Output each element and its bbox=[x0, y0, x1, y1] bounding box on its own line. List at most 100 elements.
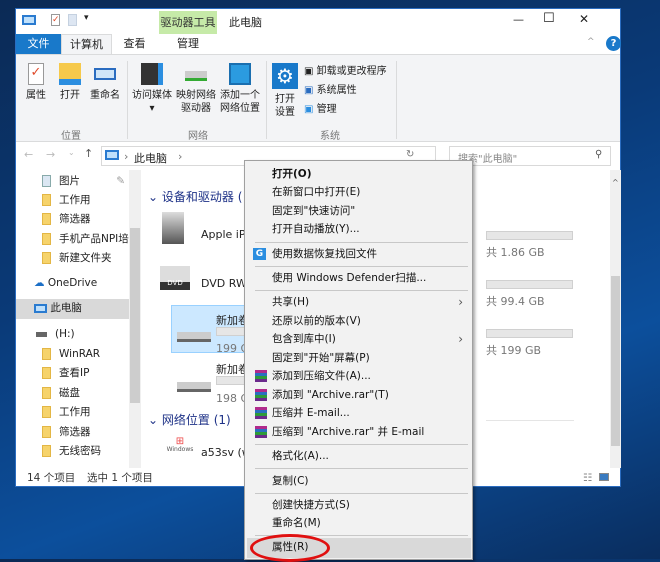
open-settings-button[interactable]: ⚙ 打开 设置 bbox=[271, 63, 299, 119]
nav-item-folder[interactable]: 工作用 bbox=[16, 403, 129, 422]
tab-view[interactable]: 查看 bbox=[112, 34, 157, 54]
menu-item-open[interactable]: 打开(O) bbox=[247, 165, 471, 183]
context-menu: 打开(O) 在新窗口中打开(E) 固定到"快速访问" 打开自动播放(Y)... … bbox=[244, 160, 473, 562]
nav-item-pictures[interactable]: 图片 ✎ bbox=[16, 172, 129, 191]
content-scrollbar-thumb[interactable] bbox=[611, 276, 620, 446]
label: 图片 bbox=[59, 175, 80, 187]
customize-toolbar-icon[interactable]: ▾ bbox=[84, 13, 89, 23]
group-location: 位置 bbox=[61, 131, 81, 142]
scroll-up-icon[interactable]: ^ bbox=[612, 178, 619, 187]
details-view-icon[interactable]: ☷ bbox=[583, 468, 592, 488]
nav-item-drive-h[interactable]: (H:) bbox=[16, 325, 129, 344]
folder-icon bbox=[42, 194, 51, 206]
label: 筛选器 bbox=[59, 213, 91, 225]
collapse-ribbon-icon[interactable]: ^ bbox=[587, 37, 595, 47]
selected-count: 选中 1 个项目 bbox=[87, 472, 153, 484]
label: 重命名 bbox=[90, 90, 120, 101]
nav-item-folder[interactable]: 查看IP bbox=[16, 364, 129, 383]
properties-quick-icon[interactable]: ✓ bbox=[51, 14, 60, 26]
rename-button[interactable]: 重命名 bbox=[88, 63, 122, 102]
label: 访问媒体 bbox=[132, 90, 172, 101]
up-button[interactable]: ↑ bbox=[84, 147, 93, 160]
folder-icon bbox=[42, 367, 51, 379]
forward-button[interactable]: → bbox=[46, 148, 55, 161]
help-icon[interactable]: ? bbox=[606, 36, 621, 51]
maximize-button[interactable]: ☐ bbox=[543, 11, 555, 26]
nav-item-onedrive[interactable]: ☁ OneDrive bbox=[16, 274, 129, 293]
menu-item-format[interactable]: 格式化(A)... bbox=[247, 447, 471, 465]
menu-item-compress-email[interactable]: 压缩并 E-mail... bbox=[247, 404, 471, 422]
winrar-icon bbox=[255, 370, 267, 382]
menu-item-rename[interactable]: 重命名(M) bbox=[247, 514, 471, 532]
manage-button[interactable]: ▣ 管理 bbox=[304, 103, 337, 116]
search-input[interactable]: 搜索"此电脑" bbox=[449, 146, 611, 166]
nav-item-folder[interactable]: 无线密码 bbox=[16, 442, 129, 461]
minimize-button[interactable]: — bbox=[513, 13, 524, 26]
drive-name[interactable]: DVD RW bbox=[201, 277, 247, 290]
content-scrollbar[interactable]: ^ bbox=[610, 170, 621, 468]
windows-media-player-logo: ⊞ Windows bbox=[166, 436, 194, 454]
menu-item-add-to-archive-rar[interactable]: 添加到 "Archive.rar"(T) bbox=[247, 386, 471, 404]
nav-item-folder[interactable]: 手机产品NPI培训 bbox=[16, 230, 129, 249]
back-button[interactable]: ← bbox=[24, 148, 33, 161]
recent-locations-button[interactable]: ⌄ bbox=[68, 148, 75, 157]
nav-item-folder[interactable]: 工作用 bbox=[16, 191, 129, 210]
tab-file[interactable]: 文件 bbox=[16, 34, 61, 54]
menu-item-data-recovery[interactable]: G 使用数据恢复找回文件 bbox=[247, 245, 471, 263]
ribbon: ✓ 属性 打开 重命名 位置 访问媒体 ▾ 映射网络 驱动器 添加一个 网络位置 网… bbox=[16, 54, 620, 142]
drive-usage-bar bbox=[486, 329, 573, 338]
nav-scrollbar[interactable] bbox=[129, 170, 141, 468]
add-network-location-button[interactable]: 添加一个 网络位置 bbox=[218, 63, 262, 115]
menu-item-include-in-library[interactable]: 包含到库中(I) › bbox=[247, 330, 471, 348]
label: 压缩并 E-mail... bbox=[272, 407, 350, 419]
drive-usage-bar bbox=[486, 280, 573, 289]
devices-header[interactable]: ⌄ 设备和驱动器 ( bbox=[148, 188, 242, 205]
label: 卸载或更改程序 bbox=[316, 66, 387, 77]
nav-item-folder[interactable]: 筛选器 bbox=[16, 423, 129, 442]
network-locations-header[interactable]: ⌄ 网络位置 (1) bbox=[148, 411, 231, 428]
system-properties-button[interactable]: ▣ 系统属性 bbox=[304, 84, 357, 97]
menu-item-restore-versions[interactable]: 还原以前的版本(V) bbox=[247, 312, 471, 330]
properties-button[interactable]: ✓ 属性 bbox=[22, 63, 50, 102]
manage-icon: ▣ bbox=[304, 104, 314, 115]
refresh-button[interactable]: ↻ bbox=[406, 149, 414, 160]
menu-item-autoplay[interactable]: 打开自动播放(Y)... bbox=[247, 220, 471, 238]
phone-device-icon bbox=[162, 212, 184, 244]
label: 使用数据恢复找回文件 bbox=[272, 248, 377, 260]
submenu-arrow-icon: › bbox=[458, 332, 463, 346]
label: 此电脑 bbox=[50, 302, 82, 314]
menu-item-add-to-archive[interactable]: 添加到压缩文件(A)... bbox=[247, 367, 471, 385]
nav-item-folder[interactable]: WinRAR bbox=[16, 345, 129, 364]
breadcrumb-chevron[interactable]: › bbox=[178, 150, 182, 163]
drive-tools-context-tab: 驱动器工具 bbox=[159, 11, 217, 34]
menu-item-open-new-window[interactable]: 在新窗口中打开(E) bbox=[247, 183, 471, 201]
nav-scrollbar-thumb[interactable] bbox=[130, 228, 140, 403]
menu-item-defender-scan[interactable]: 使用 Windows Defender扫描... bbox=[247, 269, 471, 287]
menu-item-pin-start[interactable]: 固定到"开始"屏幕(P) bbox=[247, 349, 471, 367]
menu-item-share[interactable]: 共享(H) › bbox=[247, 293, 471, 311]
uninstall-programs-button[interactable]: ▣ 卸载或更改程序 bbox=[304, 65, 387, 78]
breadcrumb-separator: › bbox=[124, 150, 129, 163]
menu-item-pin-quick-access[interactable]: 固定到"快速访问" bbox=[247, 202, 471, 220]
access-media-button[interactable]: 访问媒体 ▾ bbox=[130, 63, 174, 115]
menu-item-compress-rar-email[interactable]: 压缩到 "Archive.rar" 并 E-mail bbox=[247, 423, 471, 441]
new-folder-quick-icon[interactable] bbox=[68, 14, 77, 26]
close-button[interactable]: ✕ bbox=[579, 12, 589, 26]
open-button[interactable]: 打开 bbox=[56, 63, 84, 102]
label: 新建文件夹 bbox=[59, 252, 112, 264]
drive-size: 共 1.86 GB bbox=[486, 246, 545, 259]
nav-item-folder[interactable]: 磁盘 bbox=[16, 384, 129, 403]
breadcrumb-this-pc[interactable]: 此电脑 bbox=[134, 150, 167, 166]
window-title: 此电脑 bbox=[229, 16, 262, 29]
menu-item-create-shortcut[interactable]: 创建快捷方式(S) bbox=[247, 496, 471, 514]
tab-manage[interactable]: 管理 bbox=[159, 34, 217, 54]
nav-item-this-pc[interactable]: 此电脑 bbox=[16, 299, 129, 319]
tab-computer[interactable]: 计算机 bbox=[61, 34, 112, 54]
winrar-icon bbox=[255, 426, 267, 438]
label: 系统属性 bbox=[316, 85, 357, 96]
large-icons-view-icon[interactable] bbox=[599, 473, 609, 481]
nav-item-folder[interactable]: 筛选器 bbox=[16, 210, 129, 229]
nav-item-folder[interactable]: 新建文件夹 bbox=[16, 249, 129, 268]
map-network-drive-button[interactable]: 映射网络 驱动器 bbox=[174, 63, 218, 115]
menu-item-copy[interactable]: 复制(C) bbox=[247, 472, 471, 490]
